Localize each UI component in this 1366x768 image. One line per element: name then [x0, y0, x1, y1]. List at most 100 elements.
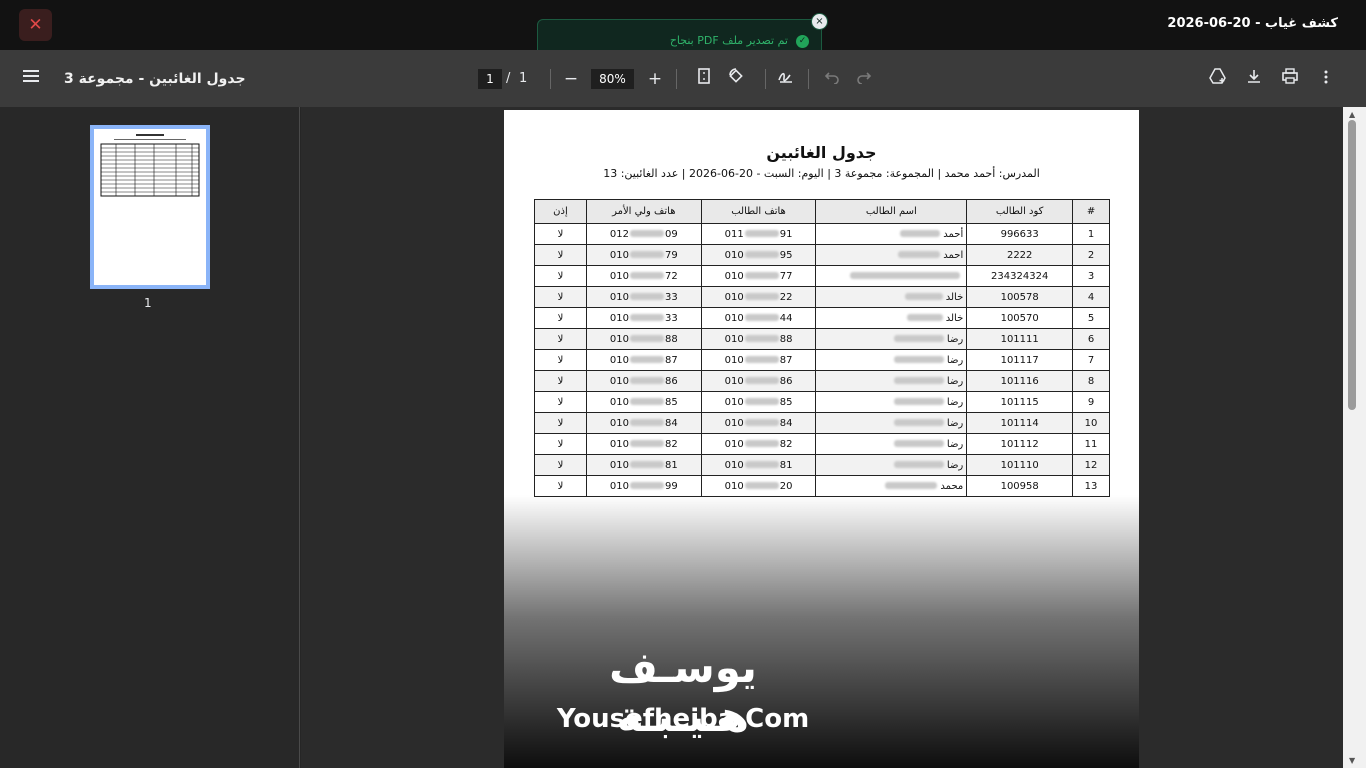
- scroll-up-icon[interactable]: ▲: [1349, 110, 1355, 119]
- table-header-row: # كود الطالب اسم الطالب هاتف الطالب هاتف…: [534, 199, 1110, 224]
- row-number: 8: [1087, 375, 1095, 387]
- permission: لا: [557, 438, 564, 450]
- scroll-thumb[interactable]: [1348, 120, 1356, 410]
- zoom-out-icon[interactable]: −: [559, 67, 583, 91]
- close-button[interactable]: ✕: [19, 9, 52, 41]
- redacted-text: [893, 440, 944, 447]
- permission-cell: لا: [534, 265, 587, 287]
- parent-phone-cell: 010 72: [585, 265, 702, 287]
- column-header: اسم الطالب: [815, 199, 968, 224]
- student-code: 101114: [1000, 417, 1039, 429]
- row-number: 13: [1084, 480, 1098, 492]
- student-name-cell: خالد: [815, 307, 968, 329]
- zoom-in-icon[interactable]: +: [643, 67, 667, 91]
- student-phone-cell: 010 88: [700, 328, 817, 350]
- column-header: #: [1072, 199, 1110, 224]
- row-number-cell: 13: [1072, 475, 1110, 497]
- page-total: 1: [519, 71, 528, 86]
- permission: لا: [557, 270, 564, 282]
- student-code-cell: 101114: [966, 412, 1074, 434]
- row-number-cell: 5: [1072, 307, 1110, 329]
- permission-cell: لا: [534, 475, 587, 497]
- student-code: 234324324: [991, 270, 1049, 282]
- student-code: 101111: [1000, 333, 1039, 345]
- row-number: 6: [1087, 333, 1095, 345]
- student-code: 101117: [1000, 354, 1039, 366]
- parent-phone: 010 87: [609, 354, 678, 366]
- student-name: رضا: [946, 459, 964, 471]
- thumbnail-preview: [100, 134, 200, 197]
- row-number: 10: [1084, 417, 1098, 429]
- permission-cell: لا: [534, 307, 587, 329]
- student-code: 101115: [1000, 396, 1039, 408]
- page-thumbnail[interactable]: [90, 125, 210, 289]
- watermark-english: Yousefheiba.Com: [556, 704, 810, 734]
- zoom-input[interactable]: 80%: [591, 69, 634, 89]
- download-icon[interactable]: [1242, 67, 1266, 91]
- parent-phone: 010 81: [609, 459, 678, 471]
- student-name: رضا: [946, 354, 964, 366]
- student-name-cell: رضا: [815, 454, 968, 476]
- check-icon: ✓: [796, 35, 809, 48]
- toolbar-divider: [676, 69, 677, 89]
- menu-icon[interactable]: [23, 70, 40, 84]
- redo-icon[interactable]: [852, 67, 876, 91]
- permission-cell: لا: [534, 286, 587, 308]
- student-code-cell: 100570: [966, 307, 1074, 329]
- student-name: رضا: [946, 375, 964, 387]
- rotate-icon[interactable]: [724, 67, 748, 91]
- parent-phone-cell: 010 88: [585, 328, 702, 350]
- student-phone-cell: 010 86: [700, 370, 817, 392]
- row-number-cell: 1: [1072, 223, 1110, 245]
- redacted-text: [893, 356, 944, 363]
- row-number: 11: [1084, 438, 1098, 450]
- redacted-text: [900, 230, 941, 237]
- student-phone: 010 84: [724, 417, 793, 429]
- parent-phone: 010 84: [609, 417, 678, 429]
- close-icon: ✕: [28, 15, 43, 35]
- student-code-cell: 100958: [966, 475, 1074, 497]
- table-row: 9 101115 رضا 010 85 010 85 لا: [534, 391, 1110, 413]
- table-row: 3 234324324 010 77 010 72 لا: [534, 265, 1110, 287]
- table-row: 8 101116 رضا 010 86 010 86 لا: [534, 370, 1110, 392]
- annotate-icon[interactable]: [774, 67, 798, 91]
- student-phone-cell: 010 81: [700, 454, 817, 476]
- student-code: 100578: [1000, 291, 1039, 303]
- toast-message: تم تصدير ملف PDF بنجاح: [669, 34, 788, 47]
- student-phone-cell: 010 85: [700, 391, 817, 413]
- student-code-cell: 101115: [966, 391, 1074, 413]
- permission-cell: لا: [534, 433, 587, 455]
- row-number: 12: [1084, 459, 1098, 471]
- student-phone-cell: 010 44: [700, 307, 817, 329]
- fit-page-icon[interactable]: [692, 67, 716, 91]
- toast-close-button[interactable]: ×: [811, 13, 828, 30]
- permission-cell: لا: [534, 244, 587, 266]
- print-icon[interactable]: [1278, 67, 1302, 91]
- student-code: 100570: [1000, 312, 1039, 324]
- student-phone: 010 82: [724, 438, 793, 450]
- parent-phone-cell: 010 82: [585, 433, 702, 455]
- permission-cell: لا: [534, 349, 587, 371]
- row-number-cell: 6: [1072, 328, 1110, 350]
- student-code: 100958: [1000, 480, 1039, 492]
- pdf-toolbar: جدول الغائبين - مجموعة 3 1 / 1 − 80% +: [0, 50, 1366, 107]
- student-phone: 010 87: [724, 354, 793, 366]
- permission: لا: [557, 375, 564, 387]
- student-phone-cell: 010 77: [700, 265, 817, 287]
- more-icon[interactable]: [1314, 67, 1338, 91]
- redacted-text: [893, 377, 944, 384]
- table-row: 11 101112 رضا 010 82 010 82 لا: [534, 433, 1110, 455]
- student-name: رضا: [946, 417, 964, 429]
- undo-icon[interactable]: [820, 67, 844, 91]
- drive-add-icon[interactable]: [1206, 67, 1230, 91]
- permission: لا: [557, 396, 564, 408]
- page-number-input[interactable]: 1: [478, 69, 502, 89]
- permission: لا: [557, 249, 564, 261]
- scroll-down-icon[interactable]: ▼: [1349, 756, 1355, 765]
- parent-phone: 010 33: [609, 291, 678, 303]
- column-header: كود الطالب: [966, 199, 1074, 224]
- student-code-cell: 101112: [966, 433, 1074, 455]
- permission-cell: لا: [534, 370, 587, 392]
- permission-cell: لا: [534, 412, 587, 434]
- student-phone: 011 91: [724, 228, 793, 240]
